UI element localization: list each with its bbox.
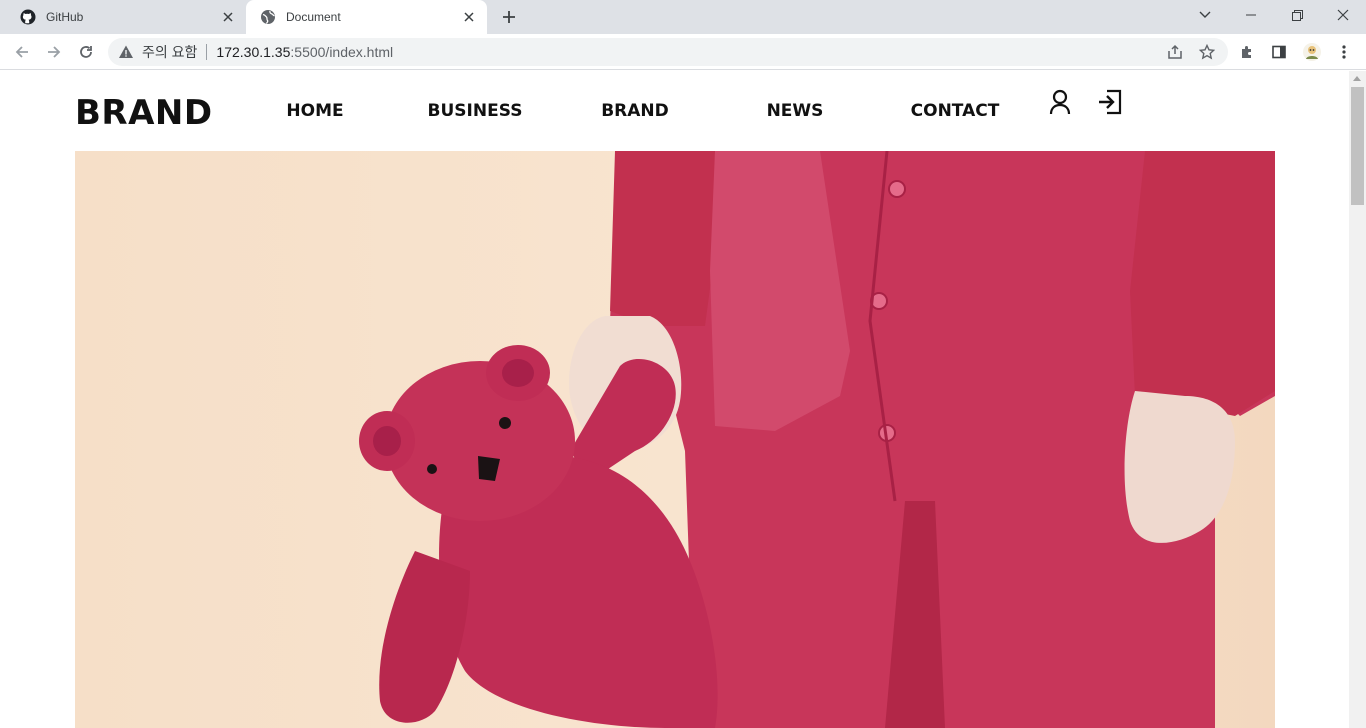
hero-image xyxy=(75,151,1275,728)
avatar-icon xyxy=(1303,43,1321,61)
scroll-up-arrow-icon[interactable] xyxy=(1353,76,1361,81)
reload-icon xyxy=(80,46,92,58)
side-panel-button[interactable] xyxy=(1267,40,1291,64)
teddy-bear-photo xyxy=(75,151,1275,728)
tab-strip: GitHub Document xyxy=(0,0,1366,34)
scrollbar-thumb[interactable] xyxy=(1351,87,1364,205)
chevron-down-icon xyxy=(1199,11,1211,18)
page-viewport: BRAND HOME BUSINESS BRAND NEWS CONTACT xyxy=(0,71,1349,728)
main-nav: HOME BUSINESS BRAND NEWS CONTACT xyxy=(235,101,1035,127)
security-label[interactable]: 주의 요함 xyxy=(142,42,197,62)
puzzle-icon xyxy=(1242,46,1251,58)
nav-contact[interactable]: CONTACT xyxy=(875,101,1035,121)
plus-icon xyxy=(503,11,515,23)
profile-avatar[interactable] xyxy=(1300,40,1324,64)
warning-icon[interactable] xyxy=(118,44,134,60)
tab-search-button[interactable] xyxy=(1182,0,1228,30)
nav-business[interactable]: BUSINESS xyxy=(395,101,555,121)
reload-button[interactable] xyxy=(74,40,98,64)
url-path: :5500/index.html xyxy=(290,44,394,60)
menu-button[interactable] xyxy=(1332,40,1356,64)
arrow-left-icon xyxy=(15,46,28,58)
login-icon[interactable] xyxy=(1096,87,1124,117)
minimize-icon xyxy=(1246,14,1256,16)
url-host: 172.30.1.35 xyxy=(216,44,291,60)
nav-home[interactable]: HOME xyxy=(235,101,395,121)
page-scrollbar[interactable] xyxy=(1349,71,1366,728)
divider xyxy=(206,44,208,60)
kebab-menu-icon xyxy=(1342,45,1346,59)
extensions-button[interactable] xyxy=(1235,40,1259,64)
forward-button[interactable] xyxy=(42,40,66,64)
brand-logo[interactable]: BRAND xyxy=(75,93,213,133)
back-button[interactable] xyxy=(10,40,34,64)
restore-icon xyxy=(1291,9,1303,21)
close-icon xyxy=(1337,9,1349,21)
user-icon[interactable] xyxy=(1046,87,1074,117)
arrow-right-icon xyxy=(48,46,61,58)
tab-github[interactable]: GitHub xyxy=(0,0,246,34)
address-bar[interactable]: 주의 요함 172.30.1.35:5500/index.html xyxy=(108,38,1228,66)
new-tab-button[interactable] xyxy=(499,7,519,27)
site-header: BRAND HOME BUSINESS BRAND NEWS CONTACT xyxy=(75,71,1275,151)
share-icon[interactable] xyxy=(1165,42,1185,62)
restore-button[interactable] xyxy=(1274,0,1320,30)
tab-title: GitHub xyxy=(46,10,84,24)
side-panel-icon xyxy=(1272,45,1286,59)
close-tab-icon[interactable] xyxy=(461,9,477,25)
minimize-button[interactable] xyxy=(1228,0,1274,30)
close-window-button[interactable] xyxy=(1320,0,1366,30)
globe-icon xyxy=(260,9,276,25)
browser-toolbar: 주의 요함 172.30.1.35:5500/index.html xyxy=(0,34,1366,70)
nav-news[interactable]: NEWS xyxy=(715,101,875,121)
close-tab-icon[interactable] xyxy=(220,9,236,25)
bookmark-star-icon[interactable] xyxy=(1197,42,1217,62)
github-icon xyxy=(20,9,36,25)
tab-document[interactable]: Document xyxy=(246,0,487,34)
tab-title: Document xyxy=(286,10,341,24)
nav-brand[interactable]: BRAND xyxy=(555,101,715,121)
